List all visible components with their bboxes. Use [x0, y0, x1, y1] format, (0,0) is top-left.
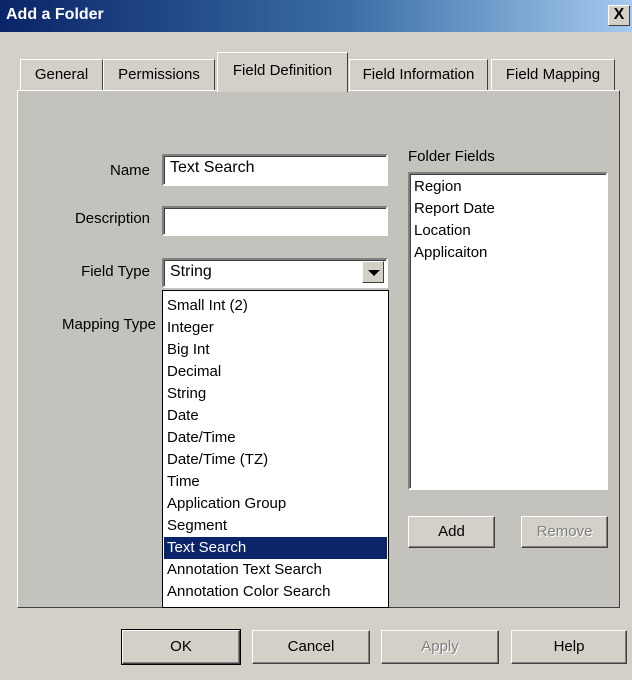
list-item[interactable]: Applicaiton: [414, 244, 487, 261]
option-small-int[interactable]: Small Int (2): [164, 295, 387, 317]
field-type-select[interactable]: String: [162, 258, 388, 288]
cancel-button[interactable]: Cancel: [252, 630, 370, 664]
tab-field-definition[interactable]: Field Definition: [217, 52, 348, 92]
remove-button[interactable]: Remove: [521, 516, 608, 548]
description-label: Description: [74, 210, 150, 227]
mapping-type-label: Mapping Type: [62, 316, 156, 333]
list-item[interactable]: Location: [414, 222, 471, 239]
tab-general[interactable]: General: [20, 59, 103, 91]
option-annotation-text-search[interactable]: Annotation Text Search: [164, 559, 387, 581]
option-time[interactable]: Time: [164, 471, 387, 493]
name-label: Name: [109, 162, 150, 179]
title-bar[interactable]: Add a Folder X: [0, 0, 632, 32]
add-folder-dialog: Add a Folder X General Permissions Field…: [0, 0, 632, 680]
list-item[interactable]: Report Date: [414, 200, 495, 217]
field-type-label: Field Type: [81, 263, 150, 280]
option-application-group[interactable]: Application Group: [164, 493, 387, 515]
option-date-time[interactable]: Date/Time: [164, 427, 387, 449]
chevron-down-icon[interactable]: [362, 261, 384, 283]
option-segment[interactable]: Segment: [164, 515, 387, 537]
option-text-search[interactable]: Text Search: [164, 537, 387, 559]
option-string[interactable]: String: [164, 383, 387, 405]
add-button[interactable]: Add: [408, 516, 495, 548]
option-date[interactable]: Date: [164, 405, 387, 427]
option-date-time-tz[interactable]: Date/Time (TZ): [164, 449, 387, 471]
description-field[interactable]: [162, 206, 388, 236]
field-type-value: String: [170, 263, 212, 280]
option-annotation-color-search[interactable]: Annotation Color Search: [164, 581, 387, 603]
tab-field-information[interactable]: Field Information: [349, 59, 488, 91]
tab-permissions[interactable]: Permissions: [103, 59, 215, 91]
option-decimal[interactable]: Decimal: [164, 361, 387, 383]
apply-button[interactable]: Apply: [381, 630, 499, 664]
ok-button[interactable]: OK: [121, 629, 241, 665]
close-icon[interactable]: X: [608, 5, 630, 26]
option-big-int[interactable]: Big Int: [164, 339, 387, 361]
name-field[interactable]: Text Search: [162, 154, 388, 186]
help-button[interactable]: Help: [511, 630, 627, 664]
window-title: Add a Folder: [6, 6, 104, 23]
tab-field-mapping[interactable]: Field Mapping: [491, 59, 615, 91]
folder-fields-list[interactable]: Region Report Date Location Applicaiton: [408, 172, 608, 490]
list-item[interactable]: Region: [414, 178, 462, 195]
folder-fields-label: Folder Fields: [408, 148, 495, 165]
option-integer[interactable]: Integer: [164, 317, 387, 339]
field-type-dropdown-list: Small Int (2) Integer Big Int Decimal St…: [162, 290, 389, 608]
